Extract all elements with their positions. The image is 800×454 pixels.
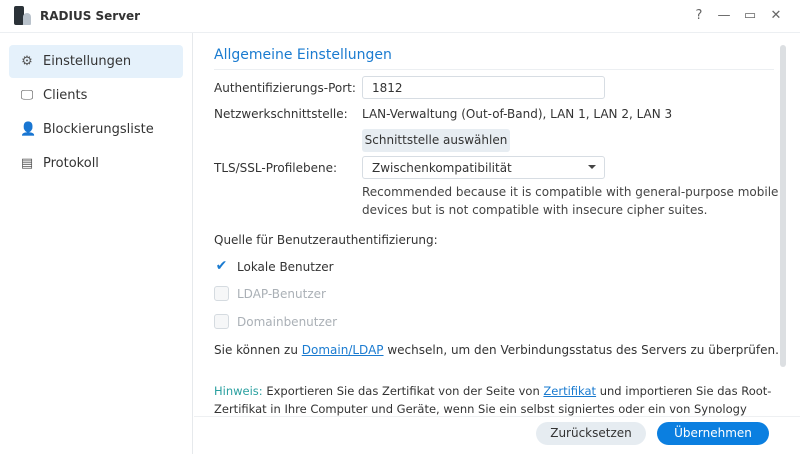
window-title: RADIUS Server [40,9,141,23]
nic-value: LAN-Verwaltung (Out-of-Band), LAN 1, LAN… [362,107,673,121]
scrollbar[interactable] [780,45,786,367]
sidebar-item-protokoll[interactable]: ▤ Protokoll [9,147,183,180]
domain-users-checkbox[interactable]: Domainbenutzer [214,314,337,329]
text: Exportieren Sie das Zertifikat von der S… [262,384,544,398]
sidebar-item-einstellungen[interactable]: ⚙ Einstellungen [9,45,183,78]
checkbox-label: Domainbenutzer [237,314,338,329]
footer: Zurücksetzen Übernehmen [194,416,800,454]
sidebar-item-label: Protokoll [43,156,99,171]
checkbox-label: LDAP-Benutzer [237,286,326,301]
domain-ldap-link[interactable]: Domain/LDAP [302,343,384,357]
domain-info-text: Sie können zu Domain/LDAP wechseln, um d… [214,343,779,357]
checkbox-box [214,314,229,329]
divider [214,69,774,70]
apply-button[interactable]: Übernehmen [657,422,769,445]
maximize-icon[interactable]: ▭ [742,8,758,23]
sidebar: ⚙ Einstellungen 🖵 Clients 👤 Blockierungs… [0,33,193,454]
sidebar-item-label: Einstellungen [43,54,132,69]
port-label: Authentifizierungs-Port: [214,81,356,95]
text: wechseln, um den Verbindungsstatus des S… [383,343,779,357]
checkbox-label: Lokale Benutzer [237,259,334,274]
monitor-icon: 🖵 [20,88,34,103]
gear-icon: ⚙ [21,54,33,69]
reset-button[interactable]: Zurücksetzen [536,422,646,445]
minimize-icon[interactable]: — [716,8,732,23]
select-interface-button[interactable]: Schnittstelle auswählen [362,129,510,152]
auth-source-label: Quelle für Benutzerauthentifizierung: [214,233,438,247]
tls-note: Recommended because it is compatible wit… [362,185,779,217]
section-heading: Allgemeine Einstellungen [214,47,392,63]
certificate-link[interactable]: Zertifikat [543,384,596,398]
help-icon[interactable]: ? [691,8,707,23]
tls-selected-value: Zwischenkompatibilität [372,161,512,175]
tls-profile-select[interactable]: Zwischenkompatibilität [362,156,605,179]
checkbox-box [214,286,229,301]
user-block-icon: 👤 [20,122,37,137]
settings-panel: Allgemeine Einstellungen Authentifizieru… [194,33,800,454]
ldap-users-checkbox[interactable]: LDAP-Benutzer [214,286,326,301]
log-icon: ▤ [20,156,34,171]
text: Sie können zu [214,343,302,357]
sidebar-item-label: Clients [43,88,88,103]
chevron-down-icon [588,165,596,169]
sidebar-item-clients[interactable]: 🖵 Clients [9,79,183,112]
hint-label: Hinweis: [214,384,263,398]
tls-label: TLS/SSL-Profilebene: [214,161,338,175]
local-users-checkbox[interactable]: ✔ Lokale Benutzer [214,259,334,274]
sidebar-item-blockierungsliste[interactable]: 👤 Blockierungsliste [9,113,183,146]
port-input[interactable]: 1812 [362,76,605,99]
certificate-hint: Hinweis: Exportieren Sie das Zertifikat … [214,382,774,418]
close-icon[interactable]: ✕ [768,8,784,23]
checkmark-icon: ✔ [215,258,228,274]
title-bar: RADIUS Server ? — ▭ ✕ [0,0,800,33]
sidebar-item-label: Blockierungsliste [43,122,154,137]
nic-label: Netzwerkschnittstelle: [214,107,348,121]
radius-server-app-icon [14,6,32,26]
